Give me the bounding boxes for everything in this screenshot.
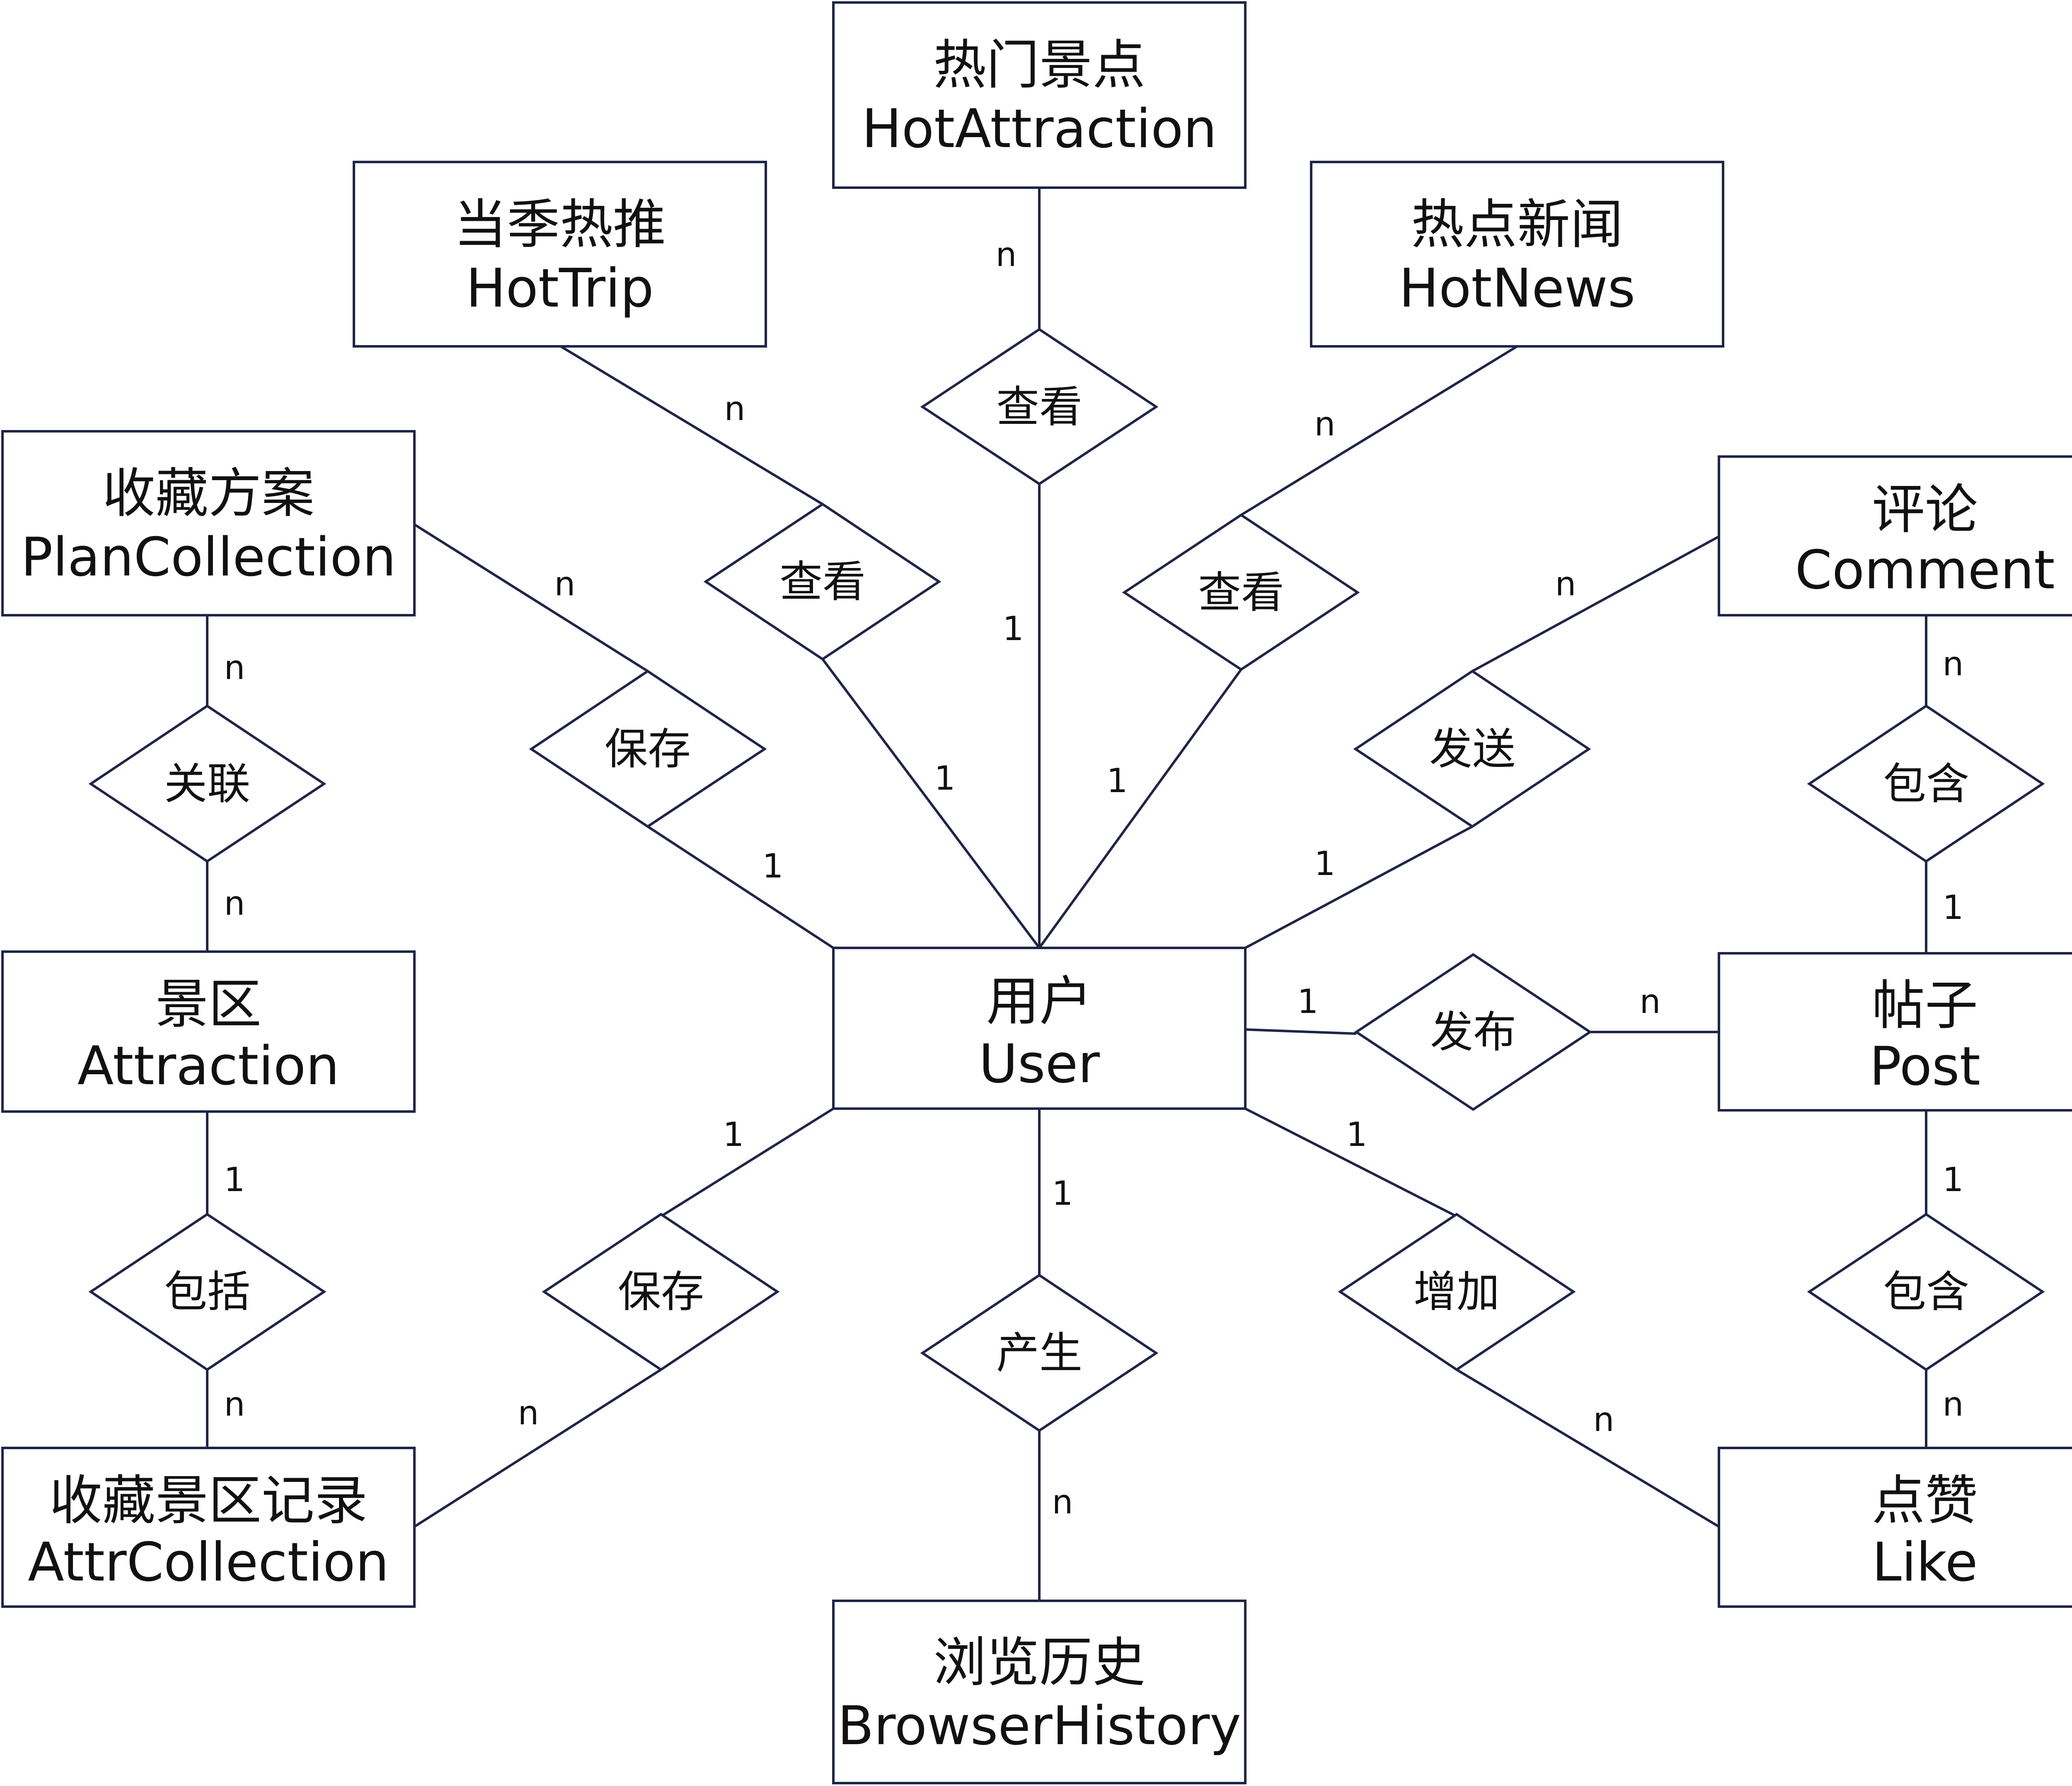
card-hottrip-user-1: 1 <box>934 759 956 798</box>
link-view-hottrip <box>560 345 823 505</box>
entity-plancollection-en: PlanCollection <box>21 527 396 588</box>
card-hottrip-n: n <box>724 389 746 428</box>
card-include-attr-1: 1 <box>224 1160 245 1199</box>
link-view-hotnews <box>1240 345 1518 516</box>
entity-hotattraction-en: HotAttraction <box>862 98 1217 160</box>
card-contain-post-1: 1 <box>1943 888 1964 927</box>
card-relate-plan-n: n <box>224 648 245 687</box>
entity-comment: 评论 Comment <box>1718 455 2072 616</box>
entity-hottrip-en: HotTrip <box>466 258 654 319</box>
entity-like: 点赞 Like <box>1718 1447 2072 1608</box>
link-user-publish <box>1245 1028 1357 1035</box>
relationship-view-hotnews: 查看 <box>1122 513 1360 671</box>
relationship-save-plan: 保存 <box>529 669 767 828</box>
card-hotattr-user-1: 1 <box>1003 609 1024 648</box>
entity-like-en: Like <box>1872 1532 1978 1593</box>
relationship-save-plan-label: 保存 <box>605 724 691 774</box>
entity-comment-cn: 评论 <box>1872 479 1978 541</box>
card-saveattr-attrcol-n: n <box>518 1394 539 1432</box>
link-user-save-plan <box>647 825 834 949</box>
card-hotnews-user-1: 1 <box>1107 761 1128 800</box>
card-relate-attr-n: n <box>224 884 245 923</box>
entity-post-en: Post <box>1869 1036 1980 1097</box>
entity-browserhistory-cn: 浏览历史 <box>933 1632 1145 1694</box>
card-contain-like-n: n <box>1943 1385 1964 1423</box>
relationship-add-like-label: 增加 <box>1414 1266 1500 1317</box>
entity-browserhistory-en: BrowserHistory <box>838 1695 1241 1757</box>
relationship-view-hottrip: 查看 <box>703 503 942 661</box>
entity-hotnews: 热点新闻 HotNews <box>1310 161 1724 348</box>
relationship-send-comment: 发送 <box>1353 669 1591 828</box>
card-contain-comment-n: n <box>1943 645 1964 683</box>
entity-hotattraction-cn: 热门景点 <box>933 34 1145 96</box>
er-diagram: 用户 User 热门景点 HotAttraction 当季热推 HotTrip … <box>1 1 2072 1784</box>
relationship-contain-like: 包含 <box>1807 1213 2045 1371</box>
card-publish-post-n: n <box>1640 982 1661 1021</box>
entity-attraction-cn: 景区 <box>155 974 261 1035</box>
relationship-view-hottrip-label: 查看 <box>779 556 866 607</box>
entity-user-cn: 用户 <box>986 971 1092 1032</box>
entity-post: 帖子 Post <box>1718 952 2072 1112</box>
link-send-comment <box>1472 535 1720 672</box>
entity-attrcollection: 收藏景区记录 AttrCollection <box>1 1447 416 1608</box>
relationship-save-attr: 保存 <box>542 1213 780 1371</box>
card-comment-n: n <box>1555 565 1576 603</box>
relationship-relate: 关联 <box>88 704 327 863</box>
link-user-send-comment <box>1244 825 1473 949</box>
entity-hotnews-cn: 热点新闻 <box>1411 194 1623 256</box>
entity-plancollection-cn: 收藏方案 <box>102 463 315 524</box>
link-add-like <box>1456 1368 1720 1528</box>
card-comment-user-1: 1 <box>1314 844 1336 883</box>
entity-attraction: 景区 Attraction <box>1 950 416 1113</box>
relationship-publish-label: 发布 <box>1430 1007 1516 1057</box>
card-publish-user-1: 1 <box>1297 982 1319 1021</box>
link-user-view-hottrip <box>821 658 1041 949</box>
relationship-produce-label: 产生 <box>996 1328 1082 1378</box>
relationship-add-like: 增加 <box>1338 1213 1576 1371</box>
card-hotnews-n: n <box>1314 405 1336 443</box>
relationship-contain-like-label: 包含 <box>1883 1266 1969 1317</box>
entity-attrcollection-en: AttrCollection <box>28 1532 389 1593</box>
entity-attraction-en: Attraction <box>77 1035 339 1097</box>
link-save-attr <box>414 1368 662 1528</box>
card-addlike-like-n: n <box>1593 1400 1615 1439</box>
relationship-contain-comment-label: 包含 <box>1883 759 1969 809</box>
card-hotattr-n: n <box>996 235 1017 274</box>
card-contain-post-like-1: 1 <box>1943 1160 1964 1199</box>
card-produce-history-n: n <box>1052 1483 1073 1521</box>
relationship-publish: 发布 <box>1354 953 1593 1111</box>
relationship-view-hotattraction: 查看 <box>920 328 1159 486</box>
entity-user-en: User <box>979 1033 1100 1095</box>
relationship-produce: 产生 <box>920 1274 1159 1432</box>
relationship-save-attr-label: 保存 <box>618 1266 704 1317</box>
relationship-relate-label: 关联 <box>164 759 250 809</box>
relationship-send-comment-label: 发送 <box>1429 724 1515 774</box>
entity-attrcollection-cn: 收藏景区记录 <box>49 1470 368 1532</box>
entity-plancollection: 收藏方案 PlanCollection <box>1 430 416 616</box>
entity-comment-en: Comment <box>1795 539 2055 601</box>
entity-post-cn: 帖子 <box>1872 975 1978 1037</box>
card-addlike-user-1: 1 <box>1346 1115 1368 1154</box>
relationship-include-label: 包括 <box>164 1266 250 1317</box>
link-user-save-attr <box>660 1107 834 1218</box>
card-plan-n: n <box>554 565 576 603</box>
entity-like-cn: 点赞 <box>1872 1470 1978 1532</box>
entity-hottrip: 当季热推 HotTrip <box>353 161 767 348</box>
link-save-plan <box>414 523 649 672</box>
entity-user: 用户 User <box>832 947 1247 1110</box>
card-produce-user-1: 1 <box>1052 1174 1073 1213</box>
entity-browserhistory: 浏览历史 BrowserHistory <box>832 1600 1247 1784</box>
card-saveattr-user-1: 1 <box>723 1115 744 1154</box>
card-include-attrcol-n: n <box>224 1385 245 1423</box>
entity-hottrip-cn: 当季热推 <box>454 194 666 256</box>
relationship-include: 包括 <box>88 1213 327 1371</box>
entity-hotattraction: 热门景点 HotAttraction <box>832 1 1247 189</box>
relationship-view-hotnews-label: 查看 <box>1198 567 1284 618</box>
relationship-contain-comment: 包含 <box>1807 704 2045 863</box>
link-user-view-hotnews <box>1038 669 1242 949</box>
card-plan-user-1: 1 <box>762 847 784 885</box>
relationship-view-hotattraction-label: 查看 <box>996 382 1082 432</box>
entity-hotnews-en: HotNews <box>1399 258 1636 319</box>
